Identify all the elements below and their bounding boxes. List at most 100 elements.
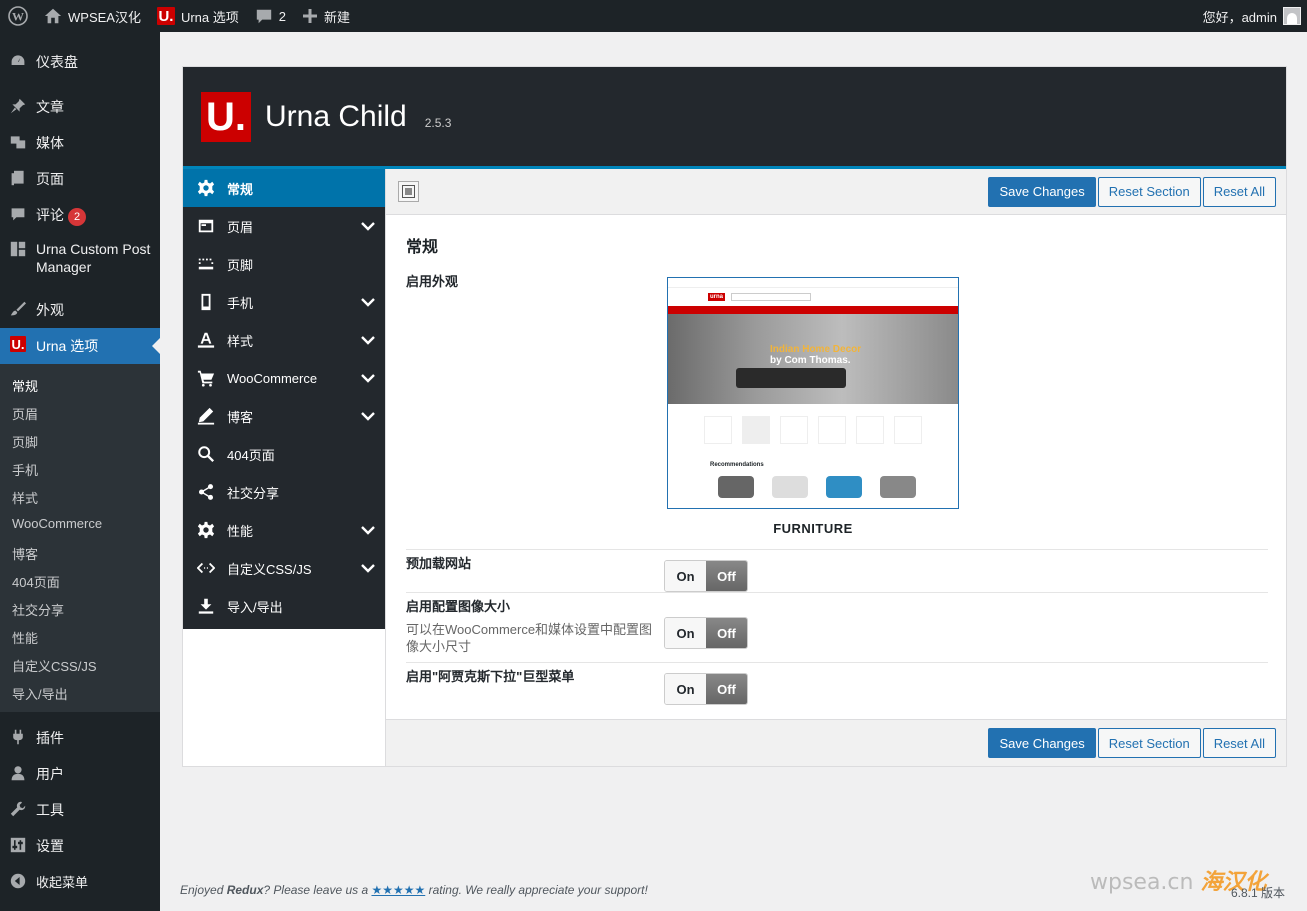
redux-name: Redux [226,883,264,897]
comments-link[interactable]: 2 [247,0,294,32]
reset-section-button[interactable]: Reset Section [1097,176,1201,207]
switch-off[interactable]: Off [706,674,747,704]
reset-all-button[interactable]: Reset All [1202,176,1276,207]
preload-switch[interactable]: On Off [664,560,748,592]
nav-general[interactable]: 常规 [183,169,385,207]
avatar [1283,7,1301,25]
search-404-icon [198,446,215,463]
page-icon [11,170,24,186]
menu-label: 插件 [36,730,64,746]
nav-label: 性能 [227,523,254,539]
menu-users[interactable]: 用户 [0,756,160,792]
image-size-switch[interactable]: On Off [664,617,748,649]
submenu-item[interactable]: WooCommerce [0,510,160,538]
new-content-link[interactable]: 新建 [294,0,358,32]
rating-link[interactable]: ★★★★★ [371,883,425,897]
nav-style[interactable]: 样式 [183,321,385,359]
submenu-item[interactable]: 404页面 [0,566,160,594]
admin-bar: W WPSEA汉化 U. Urna 选项 2 新建 您好，admin [0,0,1307,32]
switch-on[interactable]: On [665,618,706,648]
field-preload: 预加载网站 On Off [406,549,1268,592]
site-name-link[interactable]: WPSEA汉化 [36,0,149,32]
menu-media[interactable]: 媒体 [0,125,160,161]
theme-options-link[interactable]: U. Urna 选项 [149,0,247,32]
greeting: 您好，admin [1202,9,1277,25]
menu-plugins[interactable]: 插件 [0,720,160,756]
svg-text:W: W [12,10,24,24]
menu-tools[interactable]: 工具 [0,792,160,828]
options-main: Save Changes Reset Section Reset All 常规 … [385,169,1286,766]
chevron-down-icon [361,298,375,307]
theme-options-label: Urna 选项 [180,9,239,25]
menu-pages[interactable]: 页面 [0,161,160,197]
home-icon [44,8,62,24]
chevron-down-icon [361,564,375,573]
menu-settings[interactable]: 设置 [0,828,160,864]
submenu-item[interactable]: 常规 [0,370,160,398]
cart-icon [197,370,215,387]
switch-on[interactable]: On [665,561,706,591]
menu-collapse[interactable]: 收起菜单 [0,864,160,899]
menu-posts[interactable]: 文章 [0,89,160,125]
mega-menu-switch[interactable]: On Off [664,673,748,705]
preview-hero-text-2: by Com Thomas. [770,355,851,366]
user-icon [11,766,25,781]
comment-count-badge: 2 [68,208,86,226]
submenu-item[interactable]: 页眉 [0,398,160,426]
switch-off[interactable]: Off [706,561,747,591]
pen-icon [197,407,215,425]
nav-blog[interactable]: 博客 [183,397,385,435]
menu-label: 仪表盘 [36,54,78,70]
nav-import-export[interactable]: 导入/导出 [183,587,385,625]
site-name: WPSEA汉化 [68,9,141,25]
gear-icon [197,179,215,197]
expand-options-button[interactable] [398,181,419,202]
menu-urna-custom-post-manager[interactable]: Urna Custom Post Manager [0,234,160,282]
save-changes-button[interactable]: Save Changes [988,728,1096,758]
preload-label: 预加载网站 [406,556,472,571]
panel-header: U. Urna Child 2.5.3 [183,67,1286,169]
new-label: 新建 [324,9,351,25]
settings-icon [10,837,26,853]
nav-woocommerce[interactable]: WooCommerce [183,359,385,397]
chevron-down-icon [361,374,375,383]
save-changes-button[interactable]: Save Changes [988,176,1096,207]
submenu-item[interactable]: 导入/导出 [0,678,160,706]
urna-options-submenu: 常规 页眉 页脚 手机 样式 WooCommerce 博客 404页面 社交分享… [0,364,160,712]
menu-urna-options[interactable]: U. Urna 选项 [0,328,160,364]
comment-icon [256,9,271,24]
menu-label: Urna Custom Post Manager [36,241,151,275]
footer-text: rating. We really appreciate your suppor… [425,883,648,897]
submenu-item[interactable]: 社交分享 [0,594,160,622]
nav-header[interactable]: 页眉 [183,207,385,245]
submenu-item[interactable]: 性能 [0,622,160,650]
watermark-domain: wpsea.cn [1090,870,1194,895]
nav-performance[interactable]: 性能 [183,511,385,549]
nav-social-share[interactable]: 社交分享 [183,473,385,511]
switch-on[interactable]: On [665,674,706,704]
reset-section-button[interactable]: Reset Section [1097,728,1201,758]
section-title: 常规 [406,239,439,256]
menu-dashboard[interactable]: 仪表盘 [0,44,160,80]
wordpress-logo-icon[interactable]: W [0,0,36,32]
field-mega-menu: 启用"阿贾克斯下拉"巨型菜单 On Off [406,662,1268,705]
nav-custom-css-js[interactable]: 自定义CSS/JS [183,549,385,587]
submenu-item[interactable]: 自定义CSS/JS [0,650,160,678]
submenu-item[interactable]: 页脚 [0,426,160,454]
share-icon [198,484,214,500]
nav-footer[interactable]: 页脚 [183,245,385,283]
submenu-item[interactable]: 博客 [0,538,160,566]
nav-404-page[interactable]: 404页面 [183,435,385,473]
download-icon [198,598,214,614]
submenu-item[interactable]: 手机 [0,454,160,482]
urna-logo-icon: U. [156,7,175,25]
skin-preview-image[interactable]: urna Indian Home Decor by Com Thomas. Rec… [667,277,959,509]
menu-appearance[interactable]: 外观 [0,292,160,328]
comment-icon [11,208,25,221]
reset-all-button[interactable]: Reset All [1202,728,1276,758]
submenu-item[interactable]: 样式 [0,482,160,510]
my-account-link[interactable]: 您好，admin [1195,0,1307,32]
switch-off[interactable]: Off [706,618,747,648]
nav-mobile[interactable]: 手机 [183,283,385,321]
menu-comments[interactable]: 评论 2 [0,197,160,234]
